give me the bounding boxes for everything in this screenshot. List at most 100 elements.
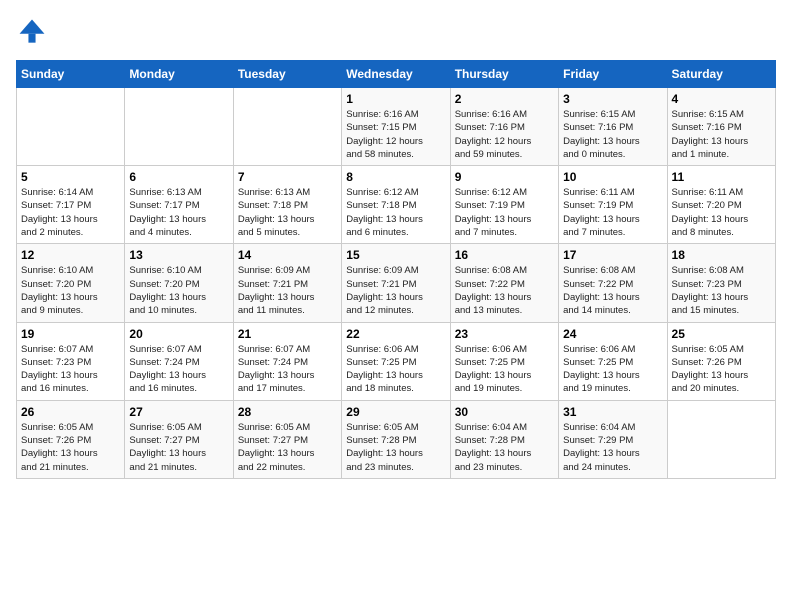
calendar-cell: 7Sunrise: 6:13 AMSunset: 7:18 PMDaylight… xyxy=(233,166,341,244)
logo xyxy=(16,16,52,48)
calendar-cell: 12Sunrise: 6:10 AMSunset: 7:20 PMDayligh… xyxy=(17,244,125,322)
calendar-week-row: 26Sunrise: 6:05 AMSunset: 7:26 PMDayligh… xyxy=(17,400,776,478)
day-number: 18 xyxy=(672,248,771,262)
day-number: 2 xyxy=(455,92,554,106)
day-number: 9 xyxy=(455,170,554,184)
calendar-cell: 22Sunrise: 6:06 AMSunset: 7:25 PMDayligh… xyxy=(342,322,450,400)
calendar-cell: 16 Sunrise: 6:08 AMSunset: 7:22 PMDayligh… xyxy=(450,244,558,322)
day-info: Sunrise: 6:05 AMSunset: 7:28 PMDaylight:… xyxy=(346,421,445,474)
calendar-cell: 10 Sunrise: 6:11 AMSunset: 7:19 PMDayligh… xyxy=(559,166,667,244)
day-number: 28 xyxy=(238,405,337,419)
day-number: 19 xyxy=(21,327,120,341)
day-info: Sunrise: 6:05 AMSunset: 7:27 PMDaylight:… xyxy=(129,421,228,474)
calendar-cell: 18 Sunrise: 6:08 AMSunset: 7:23 PMDayligh… xyxy=(667,244,775,322)
day-info: Sunrise: 6:16 AMSunset: 7:16 PMDaylight:… xyxy=(455,108,554,161)
calendar-cell: 29Sunrise: 6:05 AMSunset: 7:28 PMDayligh… xyxy=(342,400,450,478)
day-info: Sunrise: 6:07 AMSunset: 7:24 PMDaylight:… xyxy=(129,343,228,396)
calendar-cell: 3 Sunrise: 6:15 AMSunset: 7:16 PMDaylight… xyxy=(559,88,667,166)
weekday-row: SundayMondayTuesdayWednesdayThursdayFrid… xyxy=(17,61,776,88)
calendar-cell: 28 Sunrise: 6:05 AMSunset: 7:27 PMDayligh… xyxy=(233,400,341,478)
day-number: 12 xyxy=(21,248,120,262)
calendar-cell: 1 Sunrise: 6:16 AMSunset: 7:15 PMDaylight… xyxy=(342,88,450,166)
day-number: 4 xyxy=(672,92,771,106)
day-info: Sunrise: 6:15 AMSunset: 7:16 PMDaylight:… xyxy=(563,108,662,161)
calendar-cell: 6 Sunrise: 6:13 AMSunset: 7:17 PMDaylight… xyxy=(125,166,233,244)
day-number: 31 xyxy=(563,405,662,419)
calendar-cell: 5 Sunrise: 6:14 AMSunset: 7:17 PMDaylight… xyxy=(17,166,125,244)
day-number: 15 xyxy=(346,248,445,262)
day-info: Sunrise: 6:13 AMSunset: 7:17 PMDaylight:… xyxy=(129,186,228,239)
day-info: Sunrise: 6:07 AMSunset: 7:23 PMDaylight:… xyxy=(21,343,120,396)
calendar-week-row: 19 Sunrise: 6:07 AMSunset: 7:23 PMDayligh… xyxy=(17,322,776,400)
day-info: Sunrise: 6:16 AMSunset: 7:15 PMDaylight:… xyxy=(346,108,445,161)
day-number: 23 xyxy=(455,327,554,341)
day-info: Sunrise: 6:11 AMSunset: 7:19 PMDaylight:… xyxy=(563,186,662,239)
page-header xyxy=(16,16,776,48)
day-info: Sunrise: 6:08 AMSunset: 7:22 PMDaylight:… xyxy=(563,264,662,317)
weekday-header: Sunday xyxy=(17,61,125,88)
calendar-cell: 15 Sunrise: 6:09 AMSunset: 7:21 PMDayligh… xyxy=(342,244,450,322)
calendar-cell xyxy=(17,88,125,166)
calendar-cell: 8 Sunrise: 6:12 AMSunset: 7:18 PMDaylight… xyxy=(342,166,450,244)
day-info: Sunrise: 6:14 AMSunset: 7:17 PMDaylight:… xyxy=(21,186,120,239)
weekday-header: Thursday xyxy=(450,61,558,88)
day-info: Sunrise: 6:12 AMSunset: 7:18 PMDaylight:… xyxy=(346,186,445,239)
day-info: Sunrise: 6:06 AMSunset: 7:25 PMDaylight:… xyxy=(455,343,554,396)
day-number: 3 xyxy=(563,92,662,106)
day-info: Sunrise: 6:11 AMSunset: 7:20 PMDaylight:… xyxy=(672,186,771,239)
day-number: 24 xyxy=(563,327,662,341)
day-number: 13 xyxy=(129,248,228,262)
day-info: Sunrise: 6:08 AMSunset: 7:22 PMDaylight:… xyxy=(455,264,554,317)
calendar-table: SundayMondayTuesdayWednesdayThursdayFrid… xyxy=(16,60,776,479)
day-number: 5 xyxy=(21,170,120,184)
calendar-cell: 9 Sunrise: 6:12 AMSunset: 7:19 PMDaylight… xyxy=(450,166,558,244)
calendar-cell: 4Sunrise: 6:15 AMSunset: 7:16 PMDaylight… xyxy=(667,88,775,166)
day-number: 16 xyxy=(455,248,554,262)
day-info: Sunrise: 6:04 AMSunset: 7:29 PMDaylight:… xyxy=(563,421,662,474)
day-info: Sunrise: 6:09 AMSunset: 7:21 PMDaylight:… xyxy=(238,264,337,317)
calendar-cell: 24 Sunrise: 6:06 AMSunset: 7:25 PMDayligh… xyxy=(559,322,667,400)
day-number: 1 xyxy=(346,92,445,106)
day-info: Sunrise: 6:10 AMSunset: 7:20 PMDaylight:… xyxy=(129,264,228,317)
calendar-cell: 20Sunrise: 6:07 AMSunset: 7:24 PMDayligh… xyxy=(125,322,233,400)
calendar-cell: 21 Sunrise: 6:07 AMSunset: 7:24 PMDayligh… xyxy=(233,322,341,400)
calendar-week-row: 12 Sunrise: 6:10 AMSunset: 7:20 PMDayligh… xyxy=(17,244,776,322)
logo-icon xyxy=(16,16,48,48)
day-number: 11 xyxy=(672,170,771,184)
day-number: 7 xyxy=(238,170,337,184)
calendar-cell: 14 Sunrise: 6:09 AMSunset: 7:21 PMDayligh… xyxy=(233,244,341,322)
calendar-body: 1 Sunrise: 6:16 AMSunset: 7:15 PMDaylight… xyxy=(17,88,776,479)
calendar-cell: 26Sunrise: 6:05 AMSunset: 7:26 PMDayligh… xyxy=(17,400,125,478)
day-info: Sunrise: 6:08 AMSunset: 7:23 PMDaylight:… xyxy=(672,264,771,317)
day-number: 10 xyxy=(563,170,662,184)
calendar-cell: 31 Sunrise: 6:04 AMSunset: 7:29 PMDayligh… xyxy=(559,400,667,478)
day-number: 17 xyxy=(563,248,662,262)
calendar-cell: 23 Sunrise: 6:06 AMSunset: 7:25 PMDayligh… xyxy=(450,322,558,400)
weekday-header: Friday xyxy=(559,61,667,88)
day-info: Sunrise: 6:05 AMSunset: 7:27 PMDaylight:… xyxy=(238,421,337,474)
weekday-header: Tuesday xyxy=(233,61,341,88)
day-number: 30 xyxy=(455,405,554,419)
calendar-cell: 19 Sunrise: 6:07 AMSunset: 7:23 PMDayligh… xyxy=(17,322,125,400)
weekday-header: Monday xyxy=(125,61,233,88)
weekday-header: Wednesday xyxy=(342,61,450,88)
calendar-cell: 30Sunrise: 6:04 AMSunset: 7:28 PMDayligh… xyxy=(450,400,558,478)
day-info: Sunrise: 6:06 AMSunset: 7:25 PMDaylight:… xyxy=(563,343,662,396)
calendar-cell: 11 Sunrise: 6:11 AMSunset: 7:20 PMDayligh… xyxy=(667,166,775,244)
day-number: 14 xyxy=(238,248,337,262)
day-number: 8 xyxy=(346,170,445,184)
day-number: 21 xyxy=(238,327,337,341)
weekday-header: Saturday xyxy=(667,61,775,88)
calendar-cell: 25Sunrise: 6:05 AMSunset: 7:26 PMDayligh… xyxy=(667,322,775,400)
calendar-cell xyxy=(125,88,233,166)
day-number: 22 xyxy=(346,327,445,341)
calendar-cell: 2 Sunrise: 6:16 AMSunset: 7:16 PMDaylight… xyxy=(450,88,558,166)
calendar-cell xyxy=(233,88,341,166)
day-info: Sunrise: 6:07 AMSunset: 7:24 PMDaylight:… xyxy=(238,343,337,396)
day-number: 6 xyxy=(129,170,228,184)
day-info: Sunrise: 6:12 AMSunset: 7:19 PMDaylight:… xyxy=(455,186,554,239)
day-number: 27 xyxy=(129,405,228,419)
day-number: 26 xyxy=(21,405,120,419)
calendar-week-row: 5 Sunrise: 6:14 AMSunset: 7:17 PMDaylight… xyxy=(17,166,776,244)
day-info: Sunrise: 6:09 AMSunset: 7:21 PMDaylight:… xyxy=(346,264,445,317)
